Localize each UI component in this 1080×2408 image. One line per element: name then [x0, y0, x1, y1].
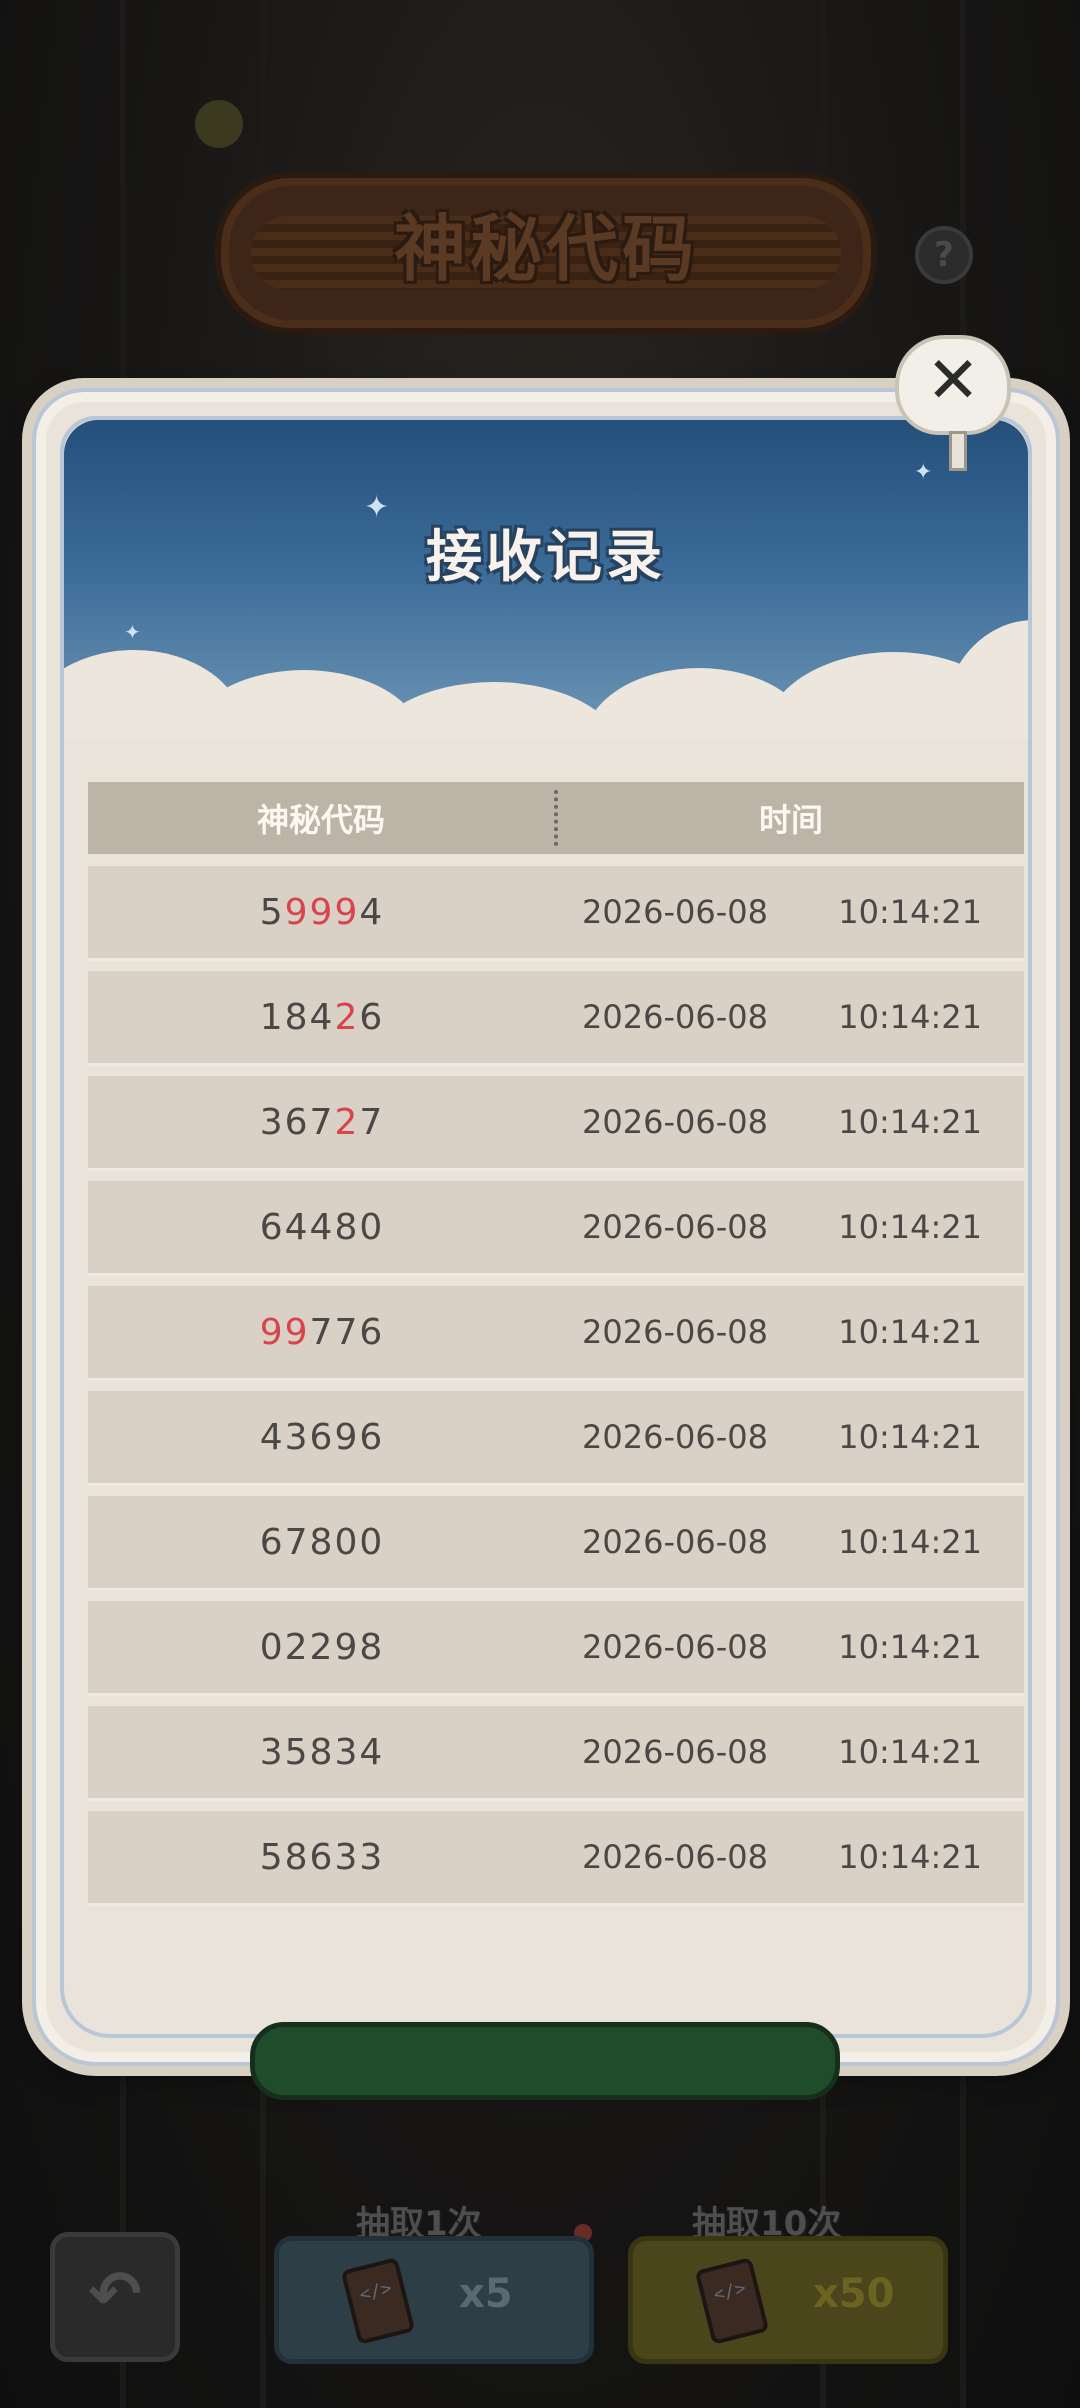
record-row: 35834 2026-06-08 10:14:21	[88, 1706, 1024, 1801]
record-date: 2026-06-08	[582, 1523, 768, 1561]
code-digit: 67800	[259, 1521, 385, 1563]
record-row: 43696 2026-06-08 10:14:21	[88, 1391, 1024, 1486]
records-list[interactable]: 59994 2026-06-08 10:14:21 18426 2026-06-08 10…	[88, 866, 1024, 1916]
modal-title: 接收记录	[426, 525, 666, 590]
record-date: 2026-06-08	[582, 998, 768, 1036]
record-time: 10:14:21	[838, 998, 982, 1036]
record-row: 59994 2026-06-08 10:14:21	[88, 866, 1024, 961]
record-row: 36727 2026-06-08 10:14:21	[88, 1076, 1024, 1171]
code-digit-highlight: 999	[284, 891, 360, 933]
record-time: 10:14:21	[838, 1103, 982, 1141]
code-digit: 64480	[259, 1206, 385, 1248]
code-digit: 5	[259, 891, 285, 933]
receive-record-modal: ✦ ✦ ✦ 接收记录 神秘代码 时间 59994 2026-06-08 10:14:…	[32, 388, 1060, 2066]
record-time: 10:14:21	[838, 1523, 982, 1561]
record-date: 2026-06-08	[582, 893, 768, 931]
record-date: 2026-06-08	[582, 1418, 768, 1456]
record-code: 67800	[88, 1522, 556, 1563]
draw-ten-button[interactable]: x50	[628, 2236, 948, 2364]
record-date: 2026-06-08	[582, 1313, 768, 1351]
code-digit: 4	[359, 891, 385, 933]
back-arrow-icon: ↶	[88, 2258, 142, 2332]
star-icon: ✦	[914, 460, 933, 485]
code-digit: 7	[359, 1101, 385, 1143]
code-digit: 367	[259, 1101, 335, 1143]
code-digit: 58633	[259, 1836, 385, 1878]
record-row: 58633 2026-06-08 10:14:21	[88, 1811, 1024, 1906]
record-code: 58633	[88, 1837, 556, 1878]
record-code: 18426	[88, 997, 556, 1038]
record-row: 02298 2026-06-08 10:14:21	[88, 1601, 1024, 1696]
code-digit: 02298	[259, 1626, 385, 1668]
record-date: 2026-06-08	[582, 1103, 768, 1141]
column-header-code: 神秘代码	[256, 801, 385, 839]
back-button[interactable]: ↶	[50, 2232, 180, 2362]
code-digit: 43696	[259, 1416, 385, 1458]
record-time: 10:14:21	[838, 1313, 982, 1351]
code-digit: 184	[259, 996, 335, 1038]
close-button[interactable]: ✕	[895, 335, 1011, 471]
record-row: 67800 2026-06-08 10:14:21	[88, 1496, 1024, 1591]
code-digit-highlight: 99	[259, 1311, 310, 1353]
draw-ten-cost: x50	[813, 2271, 895, 2317]
code-digit-highlight: 2	[334, 1101, 360, 1143]
code-digit-highlight: 2	[334, 996, 360, 1038]
code-digit: 35834	[259, 1731, 385, 1773]
cloud-shape	[944, 620, 1028, 740]
record-date: 2026-06-08	[582, 1208, 768, 1246]
record-code: 36727	[88, 1102, 556, 1143]
record-code: 35834	[88, 1732, 556, 1773]
record-time: 10:14:21	[838, 1208, 982, 1246]
record-date: 2026-06-08	[582, 1838, 768, 1876]
decorative-ball	[195, 100, 243, 148]
help-icon[interactable]: ?	[915, 226, 973, 284]
page-title: 神秘代码	[393, 207, 698, 291]
code-card-icon	[694, 2257, 770, 2345]
record-time: 10:14:21	[838, 1628, 982, 1666]
code-card-icon	[340, 2257, 416, 2345]
record-time: 10:14:21	[838, 1418, 982, 1456]
code-digit: 6	[359, 996, 385, 1038]
record-row: 64480 2026-06-08 10:14:21	[88, 1181, 1024, 1276]
green-action-button	[250, 2022, 840, 2100]
close-post	[949, 431, 967, 471]
draw-once-cost: x5	[459, 2271, 513, 2317]
close-icon: ✕	[926, 344, 980, 418]
record-code: 99776	[88, 1312, 556, 1353]
record-code: 59994	[88, 892, 556, 933]
star-icon: ✦	[124, 620, 141, 644]
record-time: 10:14:21	[838, 1838, 982, 1876]
record-code: 02298	[88, 1627, 556, 1668]
column-header-time: 时间	[758, 801, 823, 839]
table-header: 神秘代码 时间	[88, 782, 1024, 854]
draw-once-button[interactable]: x5	[274, 2236, 594, 2364]
record-code: 64480	[88, 1207, 556, 1248]
record-row: 99776 2026-06-08 10:14:21	[88, 1286, 1024, 1381]
title-banner: 神秘代码	[215, 172, 877, 334]
record-time: 10:14:21	[838, 1733, 982, 1771]
code-digit: 776	[309, 1311, 385, 1353]
record-time: 10:14:21	[838, 893, 982, 931]
record-date: 2026-06-08	[582, 1628, 768, 1666]
record-row: 18426 2026-06-08 10:14:21	[88, 971, 1024, 1066]
record-date: 2026-06-08	[582, 1733, 768, 1771]
record-code: 43696	[88, 1417, 556, 1458]
